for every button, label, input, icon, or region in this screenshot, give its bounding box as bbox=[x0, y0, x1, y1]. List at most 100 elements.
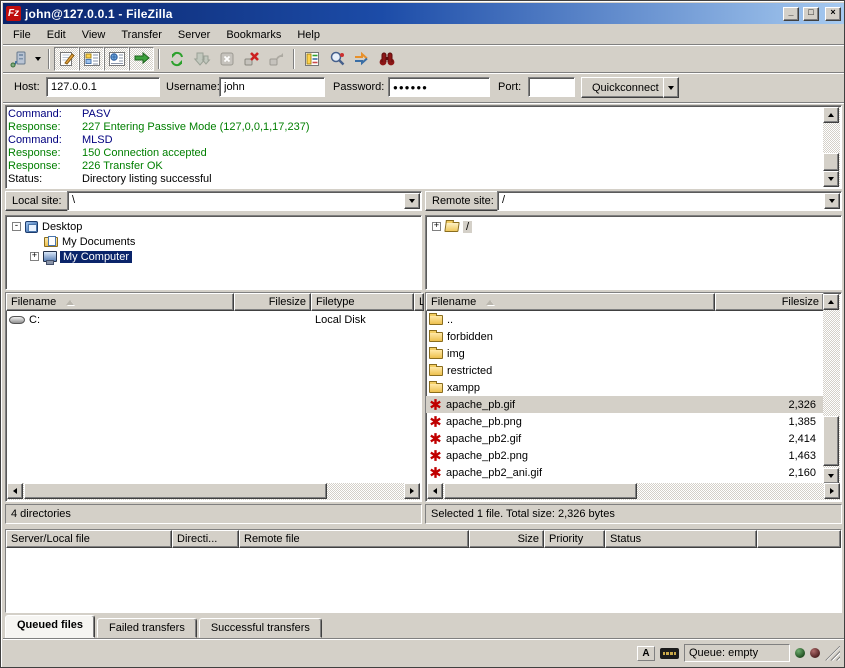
scroll-down-icon[interactable] bbox=[823, 171, 839, 187]
chevron-down-icon[interactable] bbox=[824, 193, 840, 209]
tab-queued-files[interactable]: Queued files bbox=[5, 615, 95, 638]
menu-file[interactable]: File bbox=[5, 27, 39, 43]
column-header-filesize[interactable]: Filesize bbox=[715, 293, 824, 311]
scroll-left-icon[interactable] bbox=[427, 483, 443, 499]
host-input[interactable] bbox=[46, 77, 160, 97]
column-header-filetype[interactable]: Filetype bbox=[311, 293, 414, 311]
remote-pane: Remote site: / + / Filename Filesize .. … bbox=[425, 191, 842, 524]
column-header-status[interactable]: Status bbox=[605, 530, 757, 548]
column-header-server-local-file[interactable]: Server/Local file bbox=[6, 530, 172, 548]
disconnect-button[interactable] bbox=[239, 47, 264, 71]
column-header-priority[interactable]: Priority bbox=[544, 530, 605, 548]
file-row[interactable]: restricted bbox=[426, 362, 824, 379]
scrollbar-thumb[interactable] bbox=[823, 153, 839, 171]
queue-body[interactable] bbox=[6, 548, 841, 612]
toggle-remote-tree-button[interactable] bbox=[104, 47, 129, 71]
resize-grip[interactable] bbox=[825, 646, 840, 661]
menu-bookmarks[interactable]: Bookmarks bbox=[218, 27, 289, 43]
local-site-combo[interactable]: \ bbox=[67, 191, 422, 211]
remote-vscrollbar[interactable] bbox=[823, 294, 840, 484]
image-file-icon bbox=[429, 432, 442, 445]
file-row-selected[interactable]: apache_pb.gif2,326 bbox=[426, 396, 824, 413]
file-row[interactable]: apache_pb.png1,385 bbox=[426, 413, 824, 430]
image-file-icon bbox=[429, 466, 442, 479]
menu-view[interactable]: View bbox=[74, 27, 114, 43]
chevron-down-icon[interactable] bbox=[404, 193, 420, 209]
site-manager-dropdown[interactable] bbox=[31, 47, 44, 71]
port-input[interactable] bbox=[528, 77, 575, 97]
scroll-down-icon[interactable] bbox=[823, 468, 839, 484]
column-header-filename[interactable]: Filename bbox=[426, 293, 715, 311]
expand-icon[interactable]: + bbox=[30, 252, 39, 261]
close-button[interactable]: × bbox=[825, 7, 841, 21]
password-input[interactable] bbox=[388, 77, 490, 97]
transfer-queue: Server/Local file Directi... Remote file… bbox=[5, 529, 842, 613]
refresh-button[interactable] bbox=[164, 47, 189, 71]
quickconnect-button[interactable]: Quickconnect bbox=[581, 77, 670, 98]
column-header-filesize[interactable]: Filesize bbox=[234, 293, 311, 311]
scroll-right-icon[interactable] bbox=[404, 483, 420, 499]
sync-arrows-icon bbox=[353, 50, 371, 68]
tree-item-root[interactable]: + / bbox=[426, 219, 841, 234]
quickconnect-dropdown[interactable] bbox=[663, 77, 679, 98]
column-header-size[interactable]: Size bbox=[469, 530, 544, 548]
log-scrollbar[interactable] bbox=[823, 107, 840, 187]
maximize-button[interactable]: □ bbox=[803, 7, 819, 21]
column-header-filename[interactable]: Filename bbox=[6, 293, 234, 311]
remote-hscrollbar[interactable] bbox=[427, 483, 840, 500]
column-header-remote-file[interactable]: Remote file bbox=[239, 530, 469, 548]
menu-edit[interactable]: Edit bbox=[39, 27, 74, 43]
file-row-c-drive[interactable]: C: Local Disk bbox=[6, 311, 421, 328]
file-row[interactable]: apache_pb2.png1,463 bbox=[426, 447, 824, 464]
file-row[interactable]: .. bbox=[426, 311, 824, 328]
menu-help[interactable]: Help bbox=[289, 27, 328, 43]
scroll-right-icon[interactable] bbox=[824, 483, 840, 499]
file-row[interactable]: forbidden bbox=[426, 328, 824, 345]
reconnect-button[interactable] bbox=[264, 47, 289, 71]
file-row[interactable]: apache_pb2.gif2,414 bbox=[426, 430, 824, 447]
find-files-button[interactable] bbox=[374, 47, 399, 71]
scrollbar-thumb[interactable] bbox=[24, 483, 327, 499]
green-led-icon bbox=[795, 648, 805, 658]
collapse-icon[interactable]: - bbox=[12, 222, 21, 231]
username-input[interactable] bbox=[219, 77, 325, 97]
menu-transfer[interactable]: Transfer bbox=[113, 27, 170, 43]
file-row[interactable]: apache_pb2_ani.gif2,160 bbox=[426, 464, 824, 481]
tree-item-my-documents[interactable]: My Documents bbox=[6, 234, 421, 249]
site-manager-button[interactable] bbox=[6, 47, 31, 71]
remote-list-header: Filename Filesize bbox=[426, 293, 824, 311]
scrollbar-thumb[interactable] bbox=[823, 416, 839, 466]
site-manager-icon bbox=[10, 50, 28, 68]
local-hscrollbar[interactable] bbox=[7, 483, 420, 500]
reconnect-icon bbox=[268, 50, 286, 68]
scroll-up-icon[interactable] bbox=[823, 107, 839, 123]
filter-icon bbox=[303, 50, 321, 68]
minimize-button[interactable]: _ bbox=[783, 7, 799, 21]
column-header-direction[interactable]: Directi... bbox=[172, 530, 239, 548]
scroll-left-icon[interactable] bbox=[7, 483, 23, 499]
tab-successful-transfers[interactable]: Successful transfers bbox=[199, 618, 322, 638]
toggle-message-log-button[interactable] bbox=[54, 47, 79, 71]
local-list-body: C: Local Disk bbox=[6, 311, 421, 484]
process-queue-button[interactable] bbox=[189, 47, 214, 71]
local-tree[interactable]: - Desktop My Documents + My Computer bbox=[5, 215, 422, 290]
toggle-local-tree-button[interactable] bbox=[79, 47, 104, 71]
menu-server[interactable]: Server bbox=[170, 27, 218, 43]
directory-filters-button[interactable] bbox=[299, 47, 324, 71]
refresh-icon bbox=[168, 50, 186, 68]
tree-item-desktop[interactable]: - Desktop bbox=[6, 219, 421, 234]
toggle-transfer-queue-button[interactable] bbox=[129, 47, 154, 71]
tree-item-my-computer[interactable]: + My Computer bbox=[6, 249, 421, 264]
file-row[interactable]: xampp bbox=[426, 379, 824, 396]
tab-failed-transfers[interactable]: Failed transfers bbox=[97, 618, 197, 638]
synchronized-browsing-button[interactable] bbox=[349, 47, 374, 71]
file-row[interactable]: img bbox=[426, 345, 824, 362]
expand-icon[interactable]: + bbox=[432, 222, 441, 231]
remote-site-combo[interactable]: / bbox=[497, 191, 842, 211]
local-list-header: Filename Filesize Filetype L bbox=[6, 293, 421, 311]
scrollbar-thumb[interactable] bbox=[444, 483, 637, 499]
remote-tree[interactable]: + / bbox=[425, 215, 842, 290]
cancel-button[interactable] bbox=[214, 47, 239, 71]
scroll-up-icon[interactable] bbox=[823, 294, 839, 310]
directory-comparison-button[interactable] bbox=[324, 47, 349, 71]
